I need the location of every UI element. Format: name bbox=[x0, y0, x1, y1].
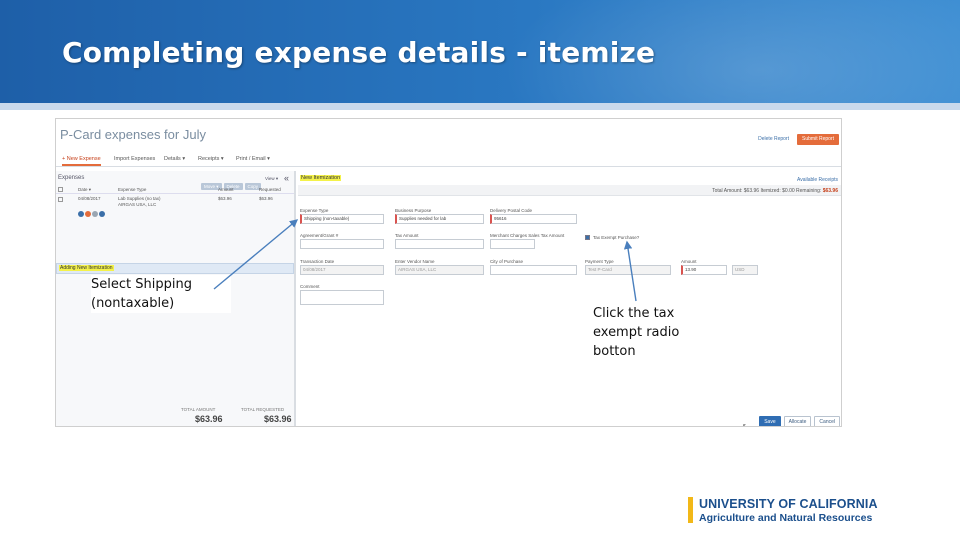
payment-type-label: Payment Type bbox=[585, 259, 614, 264]
agreement-input[interactable] bbox=[300, 239, 384, 249]
form-buttons: Save Allocate Cancel bbox=[756, 410, 840, 426]
attendee-icon bbox=[99, 211, 105, 217]
row-requested: $63.96 bbox=[259, 196, 273, 201]
tax-amount-input[interactable] bbox=[395, 239, 484, 249]
expenses-heading: Expenses bbox=[58, 175, 85, 181]
logo-line2: Agriculture and Natural Resources bbox=[699, 512, 873, 524]
delivery-postal-label: Delivery Postal Code bbox=[490, 208, 533, 213]
comment-label: Comment bbox=[300, 284, 320, 289]
delivery-postal-input[interactable]: 95616 bbox=[490, 214, 577, 224]
total-requested-label: TOTAL REQUESTED bbox=[241, 407, 285, 412]
app-screenshot: P-Card expenses for July Delete Report S… bbox=[55, 118, 842, 427]
available-receipts-link[interactable]: Available Receipts bbox=[797, 177, 838, 183]
total-amount-value: $63.96 bbox=[195, 414, 223, 424]
details-menu[interactable]: Details ▾ bbox=[164, 156, 185, 162]
merchant-tax-input[interactable] bbox=[490, 239, 535, 249]
col-date[interactable]: Date ▾ bbox=[78, 187, 91, 193]
transaction-date-label: Transaction Date bbox=[300, 259, 335, 264]
col-amount: Amount bbox=[218, 187, 234, 192]
itemization-totals: Total Amount: $63.96 Itemized: $0.00 Rem… bbox=[712, 188, 838, 194]
expense-type-select[interactable]: Shipping (non-taxable) bbox=[300, 214, 384, 224]
itemize-icon bbox=[92, 211, 98, 217]
itemization-totals-text: Total Amount: $63.96 Itemized: $0.00 Rem… bbox=[712, 188, 823, 194]
agreement-label: Agreement/Grant # bbox=[300, 233, 339, 238]
row-expense-type: Lab Supplies (no tax) bbox=[118, 196, 161, 201]
save-button[interactable]: Save bbox=[759, 416, 781, 426]
tax-exempt-label: Tax Exempt Purchase? bbox=[593, 235, 640, 240]
business-purpose-label: Business Purpose bbox=[395, 208, 432, 213]
tax-exempt-checkbox[interactable] bbox=[585, 235, 590, 240]
comment-input[interactable] bbox=[300, 290, 384, 305]
itemization-form: New Itemization Available Receipts Total… bbox=[298, 171, 841, 427]
expense-totals: TOTAL AMOUNT $63.96 TOTAL REQUESTED $63.… bbox=[176, 407, 296, 426]
tax-amount-label: Tax Amount bbox=[395, 233, 419, 238]
submit-report-button[interactable]: Submit Report bbox=[797, 134, 839, 145]
alert-icon bbox=[85, 211, 91, 217]
adding-itemization-label: Adding New Itemization bbox=[59, 265, 114, 271]
uc-anr-logo: UNIVERSITY OF CALIFORNIA Agriculture and… bbox=[688, 497, 903, 525]
col-expense-type: Expense Type bbox=[118, 187, 147, 192]
collapse-panel-button[interactable]: « bbox=[284, 173, 289, 183]
shipping-note: Select Shipping (nontaxable) bbox=[91, 275, 231, 313]
view-menu[interactable]: View ▾ bbox=[265, 176, 278, 182]
import-expenses-tab[interactable]: Import Expenses bbox=[114, 156, 155, 162]
currency-select[interactable]: USD bbox=[732, 265, 758, 275]
slide: Completing expense details - itemize P-C… bbox=[0, 0, 960, 540]
app-topbar: P-Card expenses for July Delete Report S… bbox=[56, 119, 841, 149]
row-icons bbox=[78, 204, 106, 222]
business-purpose-input[interactable]: Supplies needed for lab bbox=[395, 214, 484, 224]
logo-line1: UNIVERSITY OF CALIFORNIA bbox=[699, 497, 878, 511]
expense-type-label: Expense Type bbox=[300, 208, 329, 213]
city-input[interactable] bbox=[490, 265, 577, 275]
merchant-tax-label: Merchant Charges Sales Tax Amount bbox=[490, 233, 565, 238]
allocate-button[interactable]: Allocate bbox=[783, 416, 812, 426]
vendor-label: Enter Vendor Name bbox=[395, 259, 435, 264]
report-title: P-Card expenses for July bbox=[60, 127, 206, 142]
col-requested: Requested bbox=[259, 187, 281, 192]
row-amount: $63.96 bbox=[218, 196, 232, 201]
adding-itemization-row: Adding New Itemization bbox=[56, 263, 294, 274]
transaction-date-input[interactable]: 04/08/2017 bbox=[300, 265, 384, 275]
delete-report-link[interactable]: Delete Report bbox=[758, 136, 789, 142]
logo-bar bbox=[688, 497, 693, 523]
expense-table-header: Date ▾ Expense Type Amount Requested bbox=[56, 185, 294, 194]
amount-label: Amount bbox=[681, 259, 697, 264]
row-vendor: AIRGAS USA, LLC bbox=[118, 202, 157, 207]
amount-input[interactable]: 13.90 bbox=[681, 265, 727, 275]
tax-exempt-note: Click the tax exempt radio botton bbox=[593, 304, 713, 361]
receipts-menu[interactable]: Receipts ▾ bbox=[198, 156, 224, 162]
slide-title: Completing expense details - itemize bbox=[62, 36, 656, 69]
remaining-amount: $63.96 bbox=[822, 188, 838, 194]
row-date: 04/08/2017 bbox=[78, 196, 101, 201]
new-itemization-title: New Itemization bbox=[300, 175, 342, 181]
payment-type-select[interactable]: Test P-Card bbox=[585, 265, 671, 275]
header-stripe bbox=[0, 103, 960, 110]
total-amount-label: TOTAL AMOUNT bbox=[181, 407, 216, 412]
cancel-button[interactable]: Cancel bbox=[814, 416, 840, 426]
city-label: City of Purchase bbox=[490, 259, 524, 264]
row-checkbox[interactable] bbox=[58, 197, 63, 202]
new-expense-tab[interactable]: + New Expense bbox=[62, 156, 101, 166]
select-all-checkbox[interactable] bbox=[58, 187, 63, 192]
app-menubar: + New Expense Import Expenses Details ▾ … bbox=[56, 153, 841, 167]
vendor-input[interactable]: AIRGAS USA, LLC bbox=[395, 265, 484, 275]
total-requested-value: $63.96 bbox=[264, 414, 292, 424]
receipt-icon[interactable] bbox=[78, 211, 84, 217]
slide-header: Completing expense details - itemize bbox=[0, 0, 960, 103]
print-email-menu[interactable]: Print / Email ▾ bbox=[236, 156, 270, 162]
mouse-cursor-icon: ↖ bbox=[742, 422, 749, 427]
